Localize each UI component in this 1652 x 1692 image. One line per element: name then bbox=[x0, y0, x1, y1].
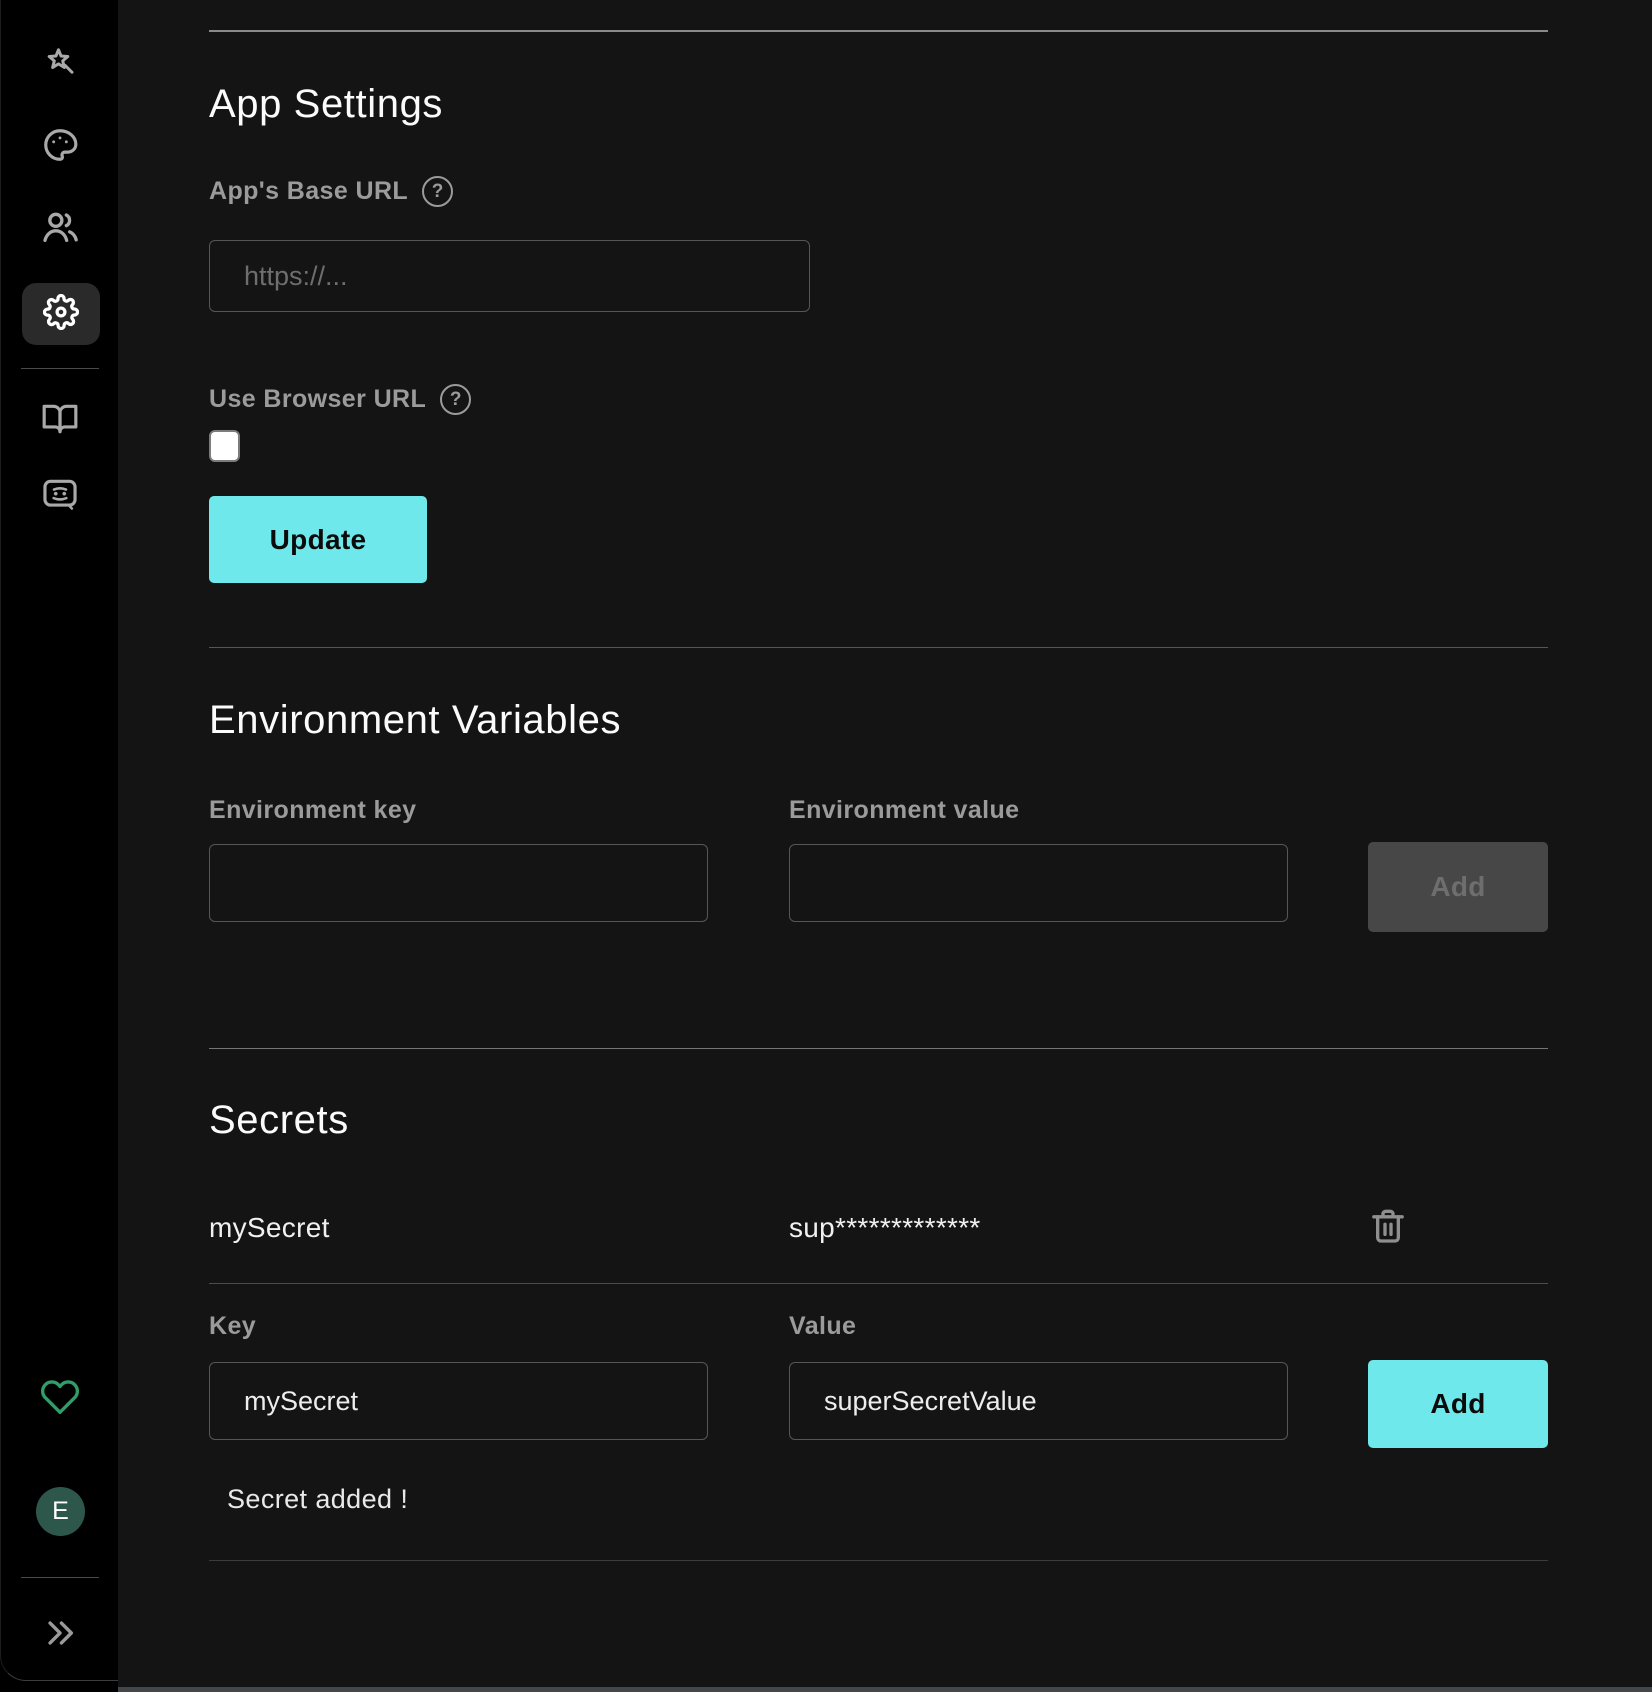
environment-variables-title: Environment Variables bbox=[209, 698, 1548, 743]
secret-add-button[interactable]: Add bbox=[1368, 1360, 1548, 1448]
heart-icon bbox=[40, 1377, 80, 1422]
sidebar-item-magic[interactable] bbox=[1, 46, 119, 86]
secret-added-status: Secret added ! bbox=[227, 1484, 1548, 1515]
app-settings-title: App Settings bbox=[209, 82, 1548, 127]
sidebar-divider-bottom bbox=[21, 1577, 99, 1578]
sidebar-item-theme[interactable] bbox=[1, 126, 119, 168]
sidebar-collapse-button[interactable] bbox=[1, 1615, 119, 1655]
sidebar-item-discord[interactable] bbox=[1, 475, 119, 517]
secrets-title: Secrets bbox=[209, 1098, 1548, 1143]
secret-key-label: Key bbox=[209, 1312, 708, 1341]
base-url-input[interactable] bbox=[209, 240, 810, 312]
divider-env bbox=[209, 647, 1548, 648]
env-value-input[interactable] bbox=[789, 844, 1288, 922]
settings-content: App Settings App's Base URL ? Use Browse… bbox=[209, 0, 1548, 1692]
book-icon bbox=[41, 400, 79, 443]
divider-secret-form bbox=[209, 1283, 1548, 1284]
sidebar-item-settings[interactable] bbox=[22, 283, 100, 345]
secret-key-input[interactable] bbox=[209, 1362, 708, 1440]
secret-inputs-row: Add bbox=[209, 1362, 1548, 1454]
use-browser-url-label-row: Use Browser URL ? bbox=[209, 384, 1548, 415]
divider-secrets bbox=[209, 1048, 1548, 1049]
use-browser-url-help-icon[interactable]: ? bbox=[440, 384, 471, 415]
base-url-label: App's Base URL bbox=[209, 177, 408, 206]
app-settings-page: E App Settings App's Base URL ? Use Brow… bbox=[0, 0, 1652, 1692]
divider-top bbox=[209, 30, 1548, 32]
sidebar-item-docs[interactable] bbox=[1, 400, 119, 442]
use-browser-url-label: Use Browser URL bbox=[209, 385, 426, 414]
env-inputs-row: Add bbox=[209, 844, 1548, 936]
update-button[interactable]: Update bbox=[209, 496, 427, 583]
avatar[interactable]: E bbox=[36, 1487, 85, 1536]
env-add-button[interactable]: Add bbox=[1368, 842, 1548, 932]
env-key-label: Environment key bbox=[209, 796, 708, 825]
delete-secret-button[interactable] bbox=[1366, 1204, 1410, 1252]
double-chevron-right-icon bbox=[43, 1616, 77, 1655]
sidebar: E bbox=[0, 0, 118, 1681]
divider-bottom bbox=[209, 1560, 1548, 1561]
env-labels-row: Environment key Environment value bbox=[209, 796, 1548, 830]
env-key-input[interactable] bbox=[209, 844, 708, 922]
sidebar-item-favorites[interactable] bbox=[1, 1378, 119, 1420]
env-value-label: Environment value bbox=[789, 796, 1288, 825]
sidebar-item-users[interactable] bbox=[1, 206, 119, 252]
base-url-help-icon[interactable]: ? bbox=[422, 176, 453, 207]
base-url-label-row: App's Base URL ? bbox=[209, 176, 1548, 207]
secret-value-input[interactable] bbox=[789, 1362, 1288, 1440]
secret-row: mySecret sup************* bbox=[209, 1204, 1548, 1252]
palette-icon bbox=[41, 126, 79, 169]
discord-icon bbox=[41, 475, 79, 518]
trash-icon bbox=[1368, 1205, 1408, 1252]
secret-labels-row: Key Value bbox=[209, 1312, 1548, 1346]
use-browser-url-checkbox[interactable] bbox=[209, 430, 240, 462]
gear-icon bbox=[43, 294, 79, 335]
secret-value-label: Value bbox=[789, 1312, 1288, 1341]
magic-wand-icon bbox=[42, 46, 78, 87]
avatar-initial: E bbox=[52, 1497, 69, 1526]
users-icon bbox=[40, 207, 80, 252]
sidebar-divider bbox=[21, 368, 99, 369]
secret-key: mySecret bbox=[209, 1212, 708, 1244]
secret-masked-value: sup************* bbox=[789, 1212, 1288, 1244]
